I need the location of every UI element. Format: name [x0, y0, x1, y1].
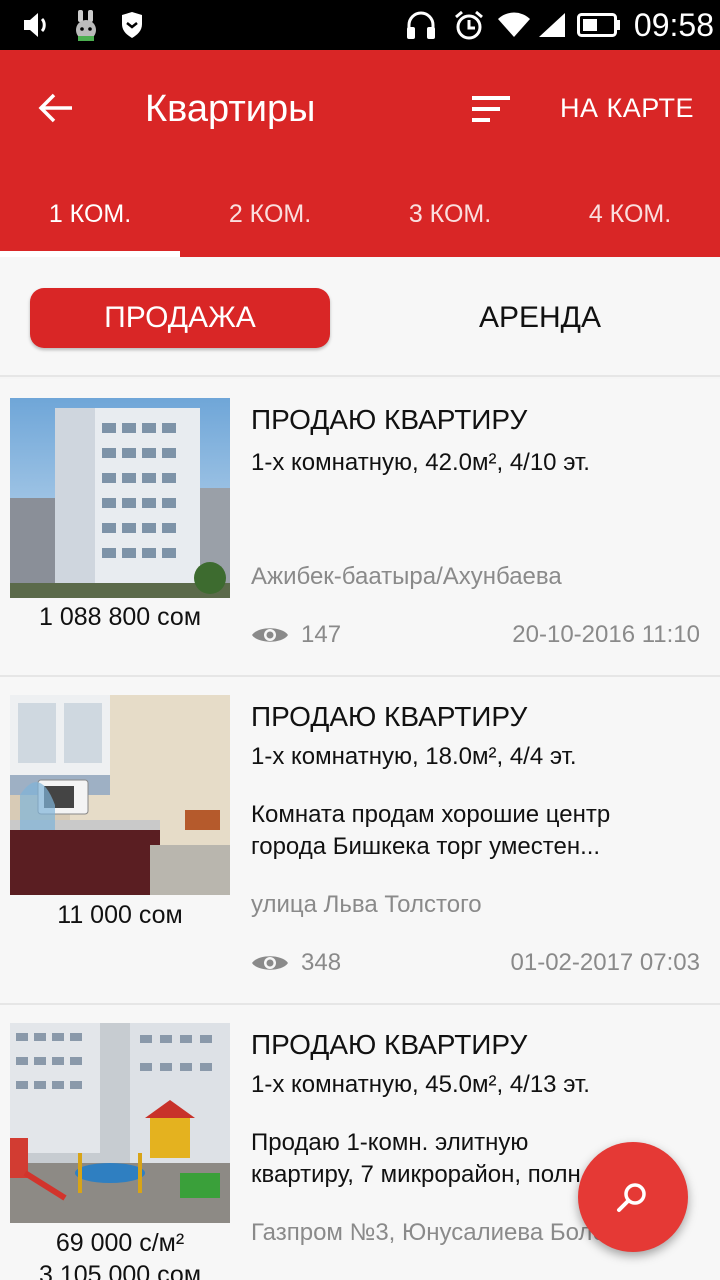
status-time: 09:58 [633, 7, 714, 43]
listing-subtitle: 1-х комнатную, 45.0м², 4/13 эт. [251, 1071, 590, 1098]
kitchen-photo [10, 695, 230, 895]
on-map-button[interactable]: НА КАРТЕ [560, 90, 694, 126]
search-fab-button[interactable] [578, 1142, 688, 1252]
listing-title: ПРОДАЮ КВАРТИРУ [251, 701, 528, 732]
signal-icon [536, 8, 568, 42]
views-value: 348 [301, 949, 342, 976]
listing-date: 01-02-2017 07:03 [510, 949, 701, 976]
app-bar: Квартиры НА КАРТЕ 1 КОМ. 2 КОМ. 3 КОМ. 4… [0, 50, 720, 257]
building-photo [10, 398, 230, 598]
volume-icon [20, 8, 54, 42]
price-per-sqm: 69 000 с/м² [55, 1229, 185, 1257]
listing-subtitle: 1-х комнатную, 42.0м², 4/10 эт. [251, 449, 590, 476]
price: 3 105 000 сом [38, 1261, 202, 1280]
list-item[interactable]: 1 088 800 сом ПРОДАЮ КВАРТИРУ 1-х комнат… [0, 379, 720, 677]
views-count: 147 [251, 619, 341, 651]
deal-type-segment: ПРОДАЖА АРЕНДА [0, 257, 720, 377]
back-button[interactable] [26, 80, 86, 136]
sort-button[interactable] [462, 84, 520, 134]
views-value: 147 [301, 621, 342, 648]
tab-2-room[interactable]: 2 КОМ. [180, 190, 360, 257]
page-title: Квартиры [145, 88, 316, 130]
eye-icon [252, 956, 288, 970]
rent-button[interactable]: АРЕНДА [390, 288, 690, 348]
tab-4-room[interactable]: 4 КОМ. [540, 190, 720, 257]
listing-date: 20-10-2016 11:10 [512, 621, 700, 648]
sort-icon [472, 96, 510, 122]
listing-address: Ажибек-баатыра/Ахунбаева [251, 563, 562, 590]
headset-icon [404, 8, 438, 42]
rabbit-app-icon [70, 8, 102, 42]
listing-subtitle: 1-х комнатную, 18.0м², 4/4 эт. [251, 743, 577, 770]
price: 11 000 сом [57, 901, 183, 929]
room-tabs: 1 КОМ. 2 КОМ. 3 КОМ. 4 КОМ. [0, 190, 720, 257]
wifi-icon [496, 8, 532, 42]
shield-icon [118, 8, 146, 42]
playground-photo [10, 1023, 230, 1223]
alarm-icon [452, 8, 486, 42]
listing-title: ПРОДАЮ КВАРТИРУ [251, 1029, 528, 1060]
status-bar: 09:58 [0, 0, 720, 50]
tab-3-room[interactable]: 3 КОМ. [360, 190, 540, 257]
listing-description: Комната продам хорошие центр города Бишк… [251, 801, 611, 860]
arrow-left-icon [38, 93, 72, 123]
search-icon [617, 1183, 646, 1212]
sale-button[interactable]: ПРОДАЖА [30, 288, 330, 348]
price: 1 088 800 сом [38, 603, 202, 631]
listing-address: Газпром №3, Юнусалиева Боло... [251, 1219, 627, 1246]
views-count: 348 [251, 947, 341, 979]
listing-address: улица Льва Толстого [251, 891, 482, 918]
tab-1-room[interactable]: 1 КОМ. [0, 190, 180, 257]
battery-icon [576, 8, 622, 42]
eye-icon [252, 628, 288, 642]
list-item[interactable]: 11 000 сом ПРОДАЮ КВАРТИРУ 1-х комнатную… [0, 677, 720, 1005]
listing-title: ПРОДАЮ КВАРТИРУ [251, 404, 528, 435]
